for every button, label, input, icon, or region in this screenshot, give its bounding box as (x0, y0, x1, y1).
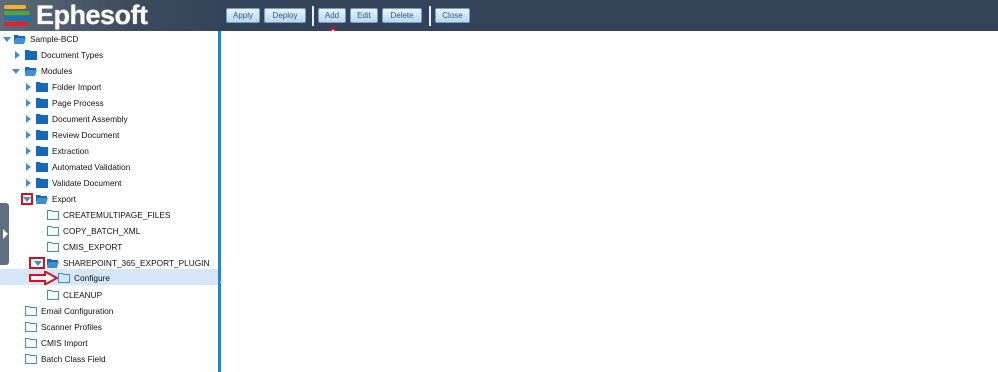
collapsed-arrow-icon[interactable] (26, 99, 31, 107)
tree-label: Folder Import (52, 82, 102, 92)
expanded-arrow-icon[interactable] (23, 197, 31, 202)
tree-node-cleanup[interactable]: CLEANUP (0, 288, 218, 302)
tree-label: CMIS Import (41, 338, 88, 348)
collapsed-arrow-icon[interactable] (26, 147, 31, 155)
collapsed-arrow-icon[interactable] (26, 83, 31, 91)
expanded-arrow-icon[interactable] (12, 69, 20, 74)
expanded-arrow-icon[interactable] (3, 37, 11, 42)
tree-node-document-assembly[interactable]: Document Assembly (0, 112, 218, 126)
tree-node-export[interactable]: Export (0, 192, 218, 206)
tree-label: SHAREPOINT_365_EXPORT_PLUGIN (63, 258, 210, 268)
apply-button[interactable]: Apply (226, 8, 260, 23)
folder-icon (36, 114, 48, 124)
tree-node-createmultipage-files[interactable]: CREATEMULTIPAGE_FILES (0, 208, 218, 222)
empty-folder-icon (47, 290, 59, 300)
tree-node-page-process[interactable]: Page Process (0, 96, 218, 110)
tree-label: CREATEMULTIPAGE_FILES (63, 210, 171, 220)
empty-folder-icon (25, 322, 37, 332)
tree-node-configure[interactable]: Configure (0, 271, 218, 285)
tree-label: Modules (41, 66, 73, 76)
tree-label: CLEANUP (63, 290, 103, 300)
folder-icon (25, 50, 37, 60)
tree-node-copy-batch-xml[interactable]: COPY_BATCH_XML (0, 224, 218, 238)
empty-folder-icon (47, 210, 59, 220)
tree-node-email-configuration[interactable]: Email Configuration (0, 304, 218, 318)
tree-node-cmis-export[interactable]: CMIS_EXPORT (0, 240, 218, 254)
tree-node-modules[interactable]: Modules (0, 64, 218, 78)
tree-label: Page Process (52, 98, 104, 108)
folder-icon (36, 146, 48, 156)
tree-node-document-types[interactable]: Document Types (0, 48, 218, 62)
folder-icon (36, 98, 48, 108)
collapsed-arrow-icon[interactable] (26, 115, 31, 123)
empty-folder-icon (47, 226, 59, 236)
tree-label: Sample-BCD (30, 34, 79, 44)
expanded-arrow-icon[interactable] (34, 261, 42, 266)
tree-node-scanner-profiles[interactable]: Scanner Profiles (0, 320, 218, 334)
tree-label: Extraction (52, 146, 89, 156)
empty-folder-icon (25, 354, 37, 364)
app-header: Ephesoft Apply Deploy Add Edit Delete Cl… (0, 0, 998, 31)
empty-folder-icon (47, 242, 59, 252)
tree-node-root[interactable]: Sample-BCD (0, 32, 218, 46)
logo-stripes-icon (4, 5, 34, 29)
tree-node-batch-class-field[interactable]: Batch Class Field (0, 352, 218, 366)
deploy-button[interactable]: Deploy (264, 8, 306, 23)
tree-label: Document Assembly (52, 114, 128, 124)
folder-icon (36, 130, 48, 140)
empty-folder-icon (25, 338, 37, 348)
tree-label: COPY_BATCH_XML (63, 226, 141, 236)
tree-node-review-document[interactable]: Review Document (0, 128, 218, 142)
logo-text: Ephesoft (36, 0, 148, 30)
tree-node-cmis-import[interactable]: CMIS Import (0, 336, 218, 350)
close-button[interactable]: Close (435, 8, 470, 23)
delete-button[interactable]: Delete (382, 8, 422, 23)
tree-label: Configure (74, 273, 110, 283)
annotation-arrow-right-icon (29, 271, 59, 285)
empty-folder-icon (25, 306, 37, 316)
tree-label: Validate Document (52, 178, 122, 188)
toolbar-separator (312, 6, 314, 26)
tree-label: Email Configuration (41, 306, 114, 316)
open-folder-icon (36, 194, 48, 204)
collapsed-arrow-icon[interactable] (26, 179, 31, 187)
open-folder-icon (14, 34, 26, 44)
tree-node-validate-document[interactable]: Validate Document (0, 176, 218, 190)
tree-node-extraction[interactable]: Extraction (0, 144, 218, 158)
toolbar-separator (429, 6, 431, 26)
expand-side-panel-handle[interactable] (0, 203, 9, 265)
edit-button[interactable]: Edit (350, 8, 378, 23)
folder-icon (36, 82, 48, 92)
open-folder-icon (25, 66, 37, 76)
ephesoft-logo: Ephesoft (4, 0, 194, 30)
folder-icon (36, 162, 48, 172)
empty-folder-icon (58, 273, 70, 283)
tree-node-sharepoint-365-export-plugin[interactable]: SHAREPOINT_365_EXPORT_PLUGIN (0, 256, 218, 270)
add-button[interactable]: Add (318, 8, 346, 23)
tree-label: Review Document (52, 130, 120, 140)
tree-label: Batch Class Field (41, 354, 106, 364)
batch-class-tree: Sample-BCD Document Types Modules Folder… (0, 31, 218, 372)
collapsed-arrow-icon[interactable] (26, 131, 31, 139)
tree-node-folder-import[interactable]: Folder Import (0, 80, 218, 94)
open-folder-icon (47, 258, 59, 268)
tree-label: Document Types (41, 50, 104, 60)
collapsed-arrow-icon[interactable] (26, 163, 31, 171)
tree-label: Automated Validation (52, 162, 131, 172)
folder-icon (36, 178, 48, 188)
tree-label: Scanner Profiles (41, 322, 102, 332)
tree-label: CMIS_EXPORT (63, 242, 123, 252)
main-content-area (221, 31, 998, 372)
collapsed-arrow-icon[interactable] (15, 51, 20, 59)
tree-label: Export (52, 194, 76, 204)
tree-node-automated-validation[interactable]: Automated Validation (0, 160, 218, 174)
